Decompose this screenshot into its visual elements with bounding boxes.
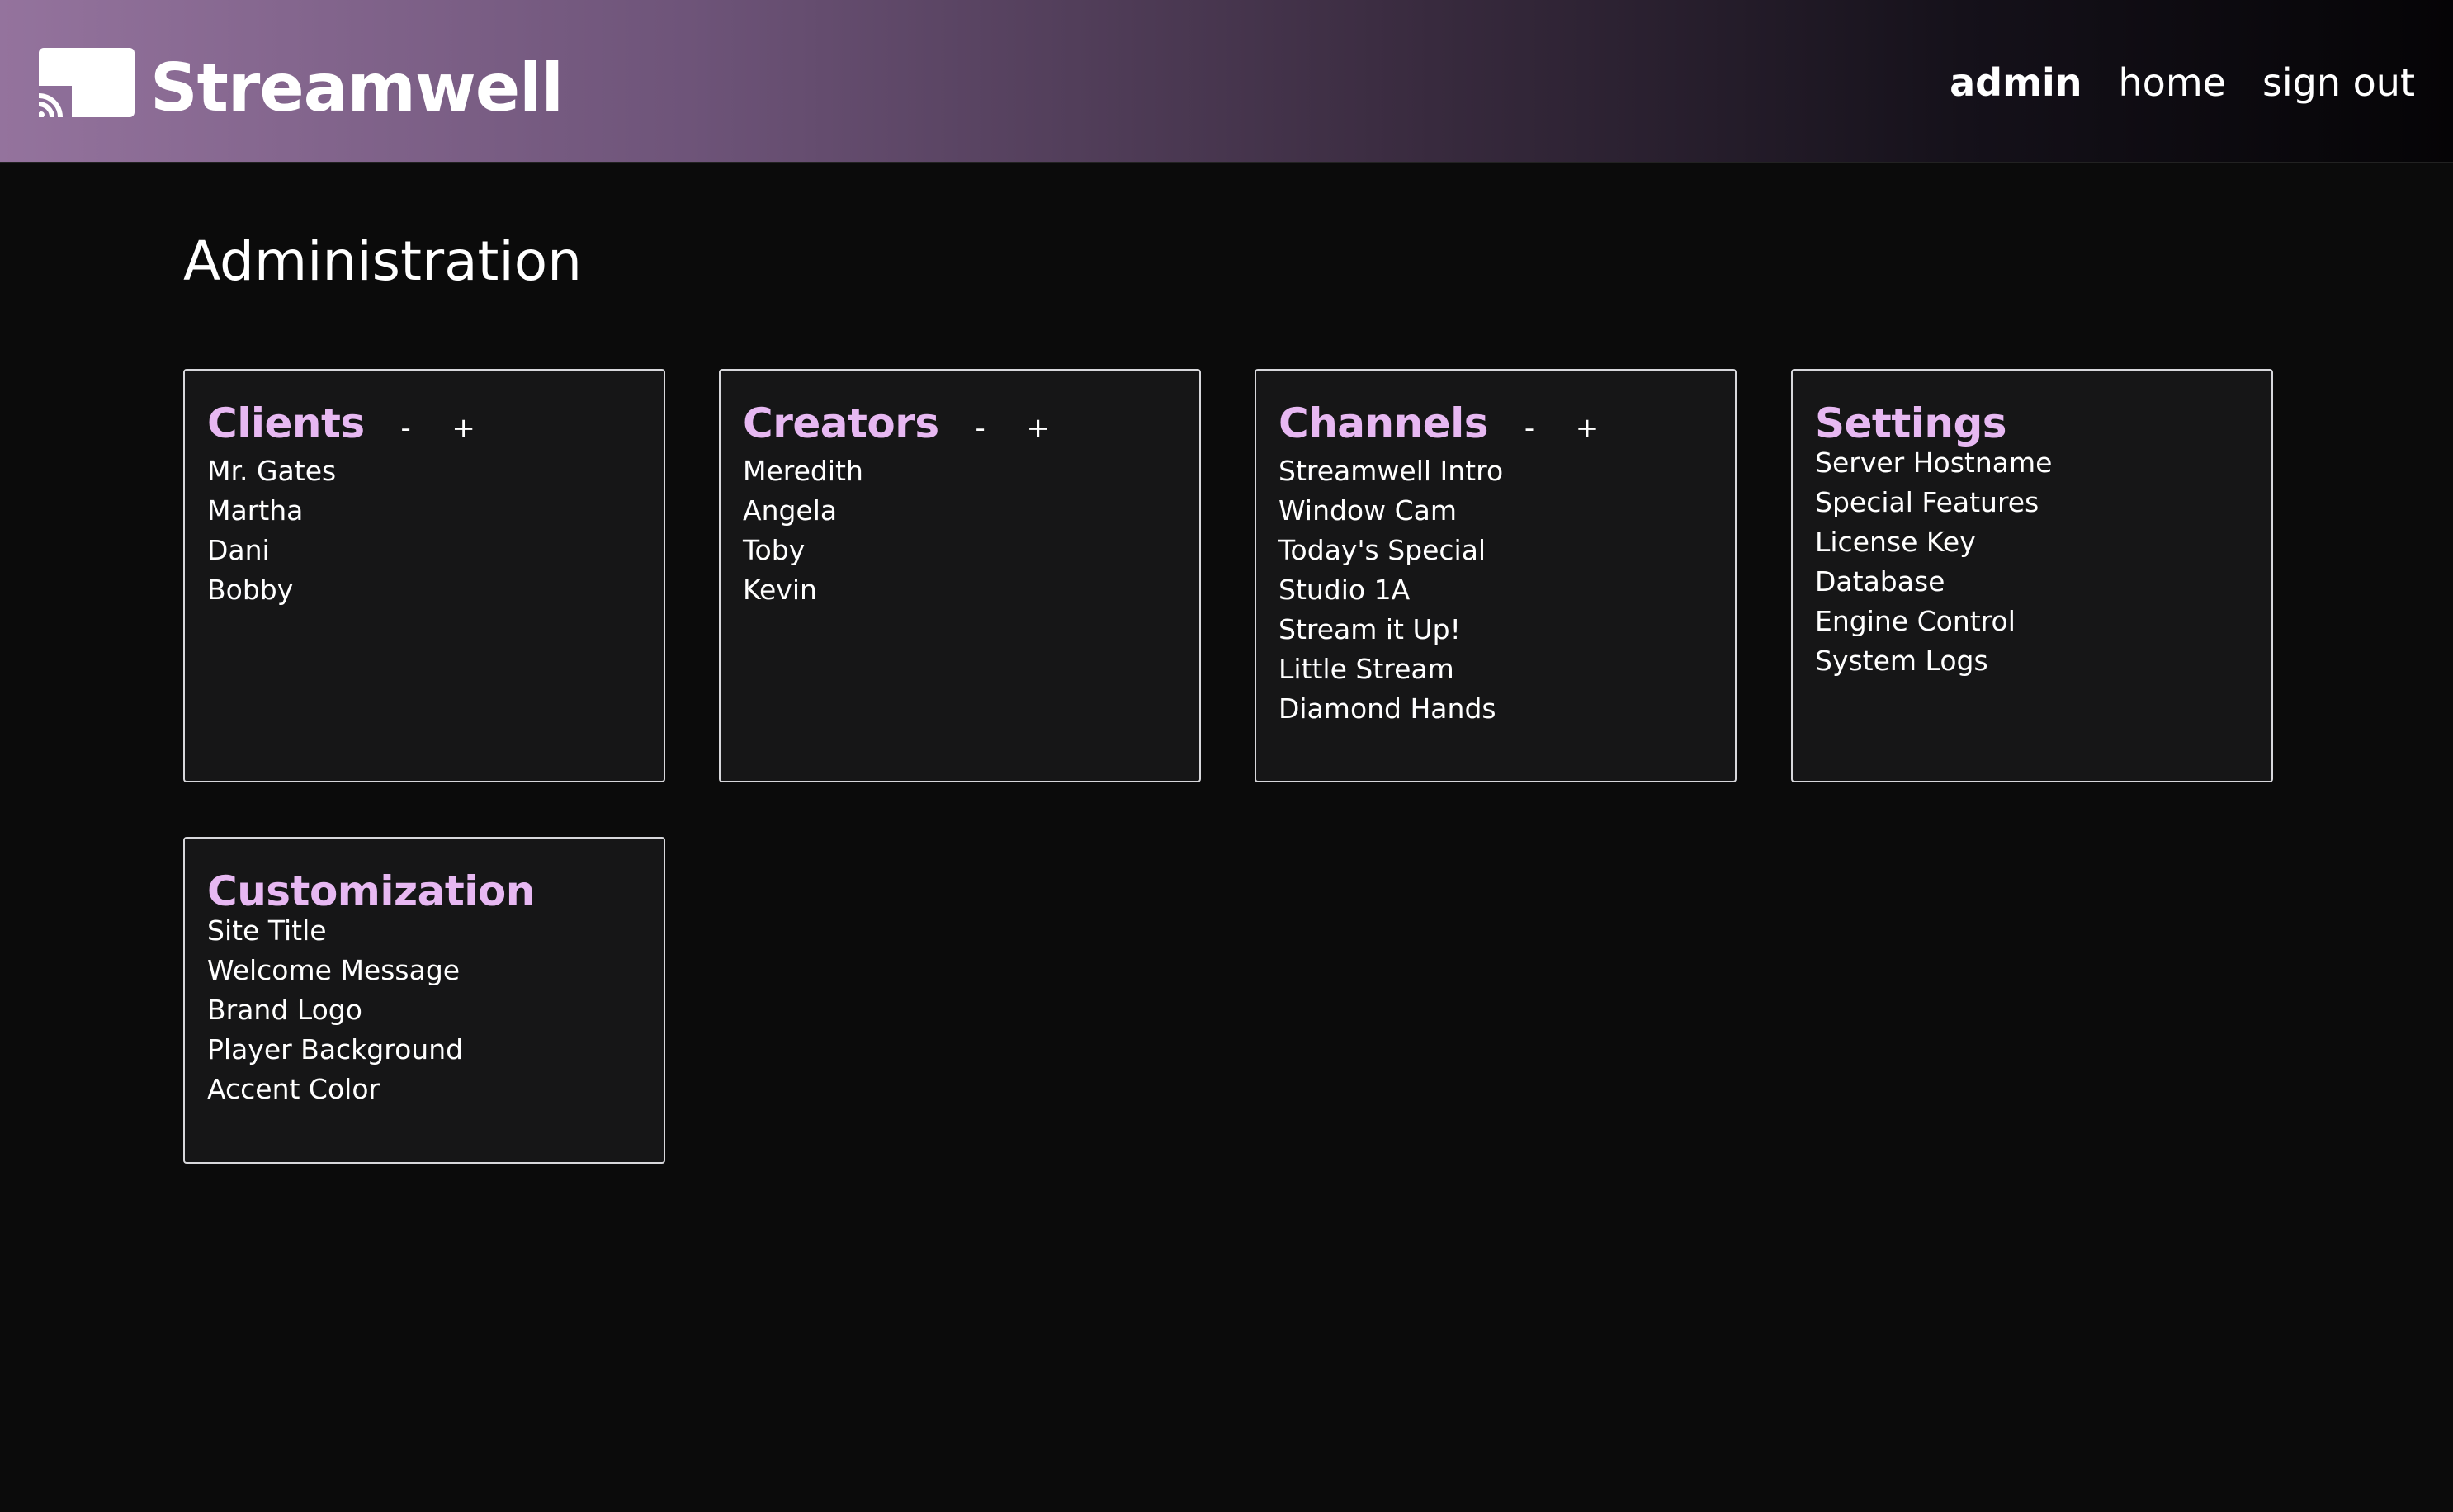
list-item[interactable]: Diamond Hands	[1278, 689, 1735, 729]
app-header: Streamwell admin home sign out	[0, 0, 2453, 163]
top-nav: admin home sign out	[1950, 51, 2415, 114]
list-item[interactable]: System Logs	[1815, 641, 2271, 681]
channels-card: Channels - + Streamwell Intro Window Cam…	[1255, 369, 1737, 782]
list-item[interactable]: Studio 1A	[1278, 570, 1735, 610]
add-creator-button[interactable]: +	[1022, 400, 1055, 456]
page-title: Administration	[183, 229, 582, 293]
list-item[interactable]: Player Background	[207, 1030, 664, 1070]
list-item[interactable]: Stream it Up!	[1278, 610, 1735, 650]
list-item[interactable]: Martha	[207, 491, 664, 531]
list-item[interactable]: Toby	[743, 531, 1199, 570]
list-item[interactable]: Streamwell Intro	[1278, 451, 1735, 491]
creators-list: Meredith Angela Toby Kevin	[743, 451, 1199, 610]
list-item[interactable]: Kevin	[743, 570, 1199, 610]
clients-card: Clients - + Mr. Gates Martha Dani Bobby	[183, 369, 665, 782]
customization-list: Site Title Welcome Message Brand Logo Pl…	[207, 911, 664, 1109]
cast-icon[interactable]	[39, 48, 135, 117]
list-item[interactable]: Angela	[743, 491, 1199, 531]
settings-list: Server Hostname Special Features License…	[1815, 443, 2271, 681]
list-item[interactable]: Welcome Message	[207, 951, 664, 990]
list-item[interactable]: Brand Logo	[207, 990, 664, 1030]
list-item[interactable]: Server Hostname	[1815, 443, 2271, 483]
brand-name[interactable]: Streamwell	[150, 43, 564, 134]
list-item[interactable]: Window Cam	[1278, 491, 1735, 531]
add-client-button[interactable]: +	[447, 400, 480, 456]
nav-admin[interactable]: admin	[1950, 51, 2082, 114]
remove-creator-button[interactable]: -	[964, 400, 997, 456]
list-item[interactable]: Accent Color	[207, 1070, 664, 1109]
customization-card: Customization Site Title Welcome Message…	[183, 837, 665, 1164]
add-channel-button[interactable]: +	[1571, 400, 1604, 456]
list-item[interactable]: Mr. Gates	[207, 451, 664, 491]
list-item[interactable]: Bobby	[207, 570, 664, 610]
clients-title[interactable]: Clients	[207, 395, 365, 451]
list-item[interactable]: Dani	[207, 531, 664, 570]
creators-card: Creators - + Meredith Angela Toby Kevin	[719, 369, 1201, 782]
list-item[interactable]: Meredith	[743, 451, 1199, 491]
creators-title[interactable]: Creators	[743, 395, 939, 451]
nav-sign-out[interactable]: sign out	[2262, 51, 2415, 114]
list-item[interactable]: Database	[1815, 562, 2271, 602]
list-item[interactable]: Special Features	[1815, 483, 2271, 522]
channels-list: Streamwell Intro Window Cam Today's Spec…	[1278, 451, 1735, 729]
list-item[interactable]: Today's Special	[1278, 531, 1735, 570]
nav-home[interactable]: home	[2119, 51, 2226, 114]
list-item[interactable]: Little Stream	[1278, 650, 1735, 689]
clients-list: Mr. Gates Martha Dani Bobby	[207, 451, 664, 610]
settings-card: Settings Server Hostname Special Feature…	[1791, 369, 2273, 782]
remove-channel-button[interactable]: -	[1513, 400, 1546, 456]
remove-client-button[interactable]: -	[390, 400, 423, 456]
channels-title[interactable]: Channels	[1278, 395, 1489, 451]
list-item[interactable]: Engine Control	[1815, 602, 2271, 641]
list-item[interactable]: License Key	[1815, 522, 2271, 562]
